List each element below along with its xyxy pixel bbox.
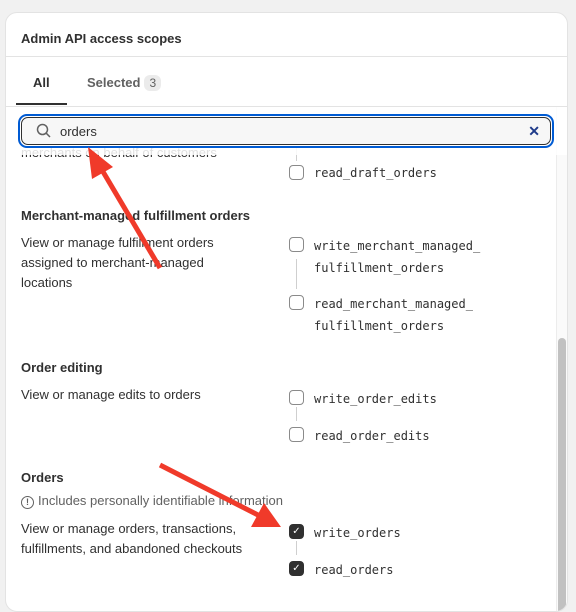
annotation-arrows xyxy=(88,147,281,527)
annotation-arrow xyxy=(99,168,163,270)
arrow-head xyxy=(88,147,113,179)
annotation-arrow xyxy=(158,462,260,518)
